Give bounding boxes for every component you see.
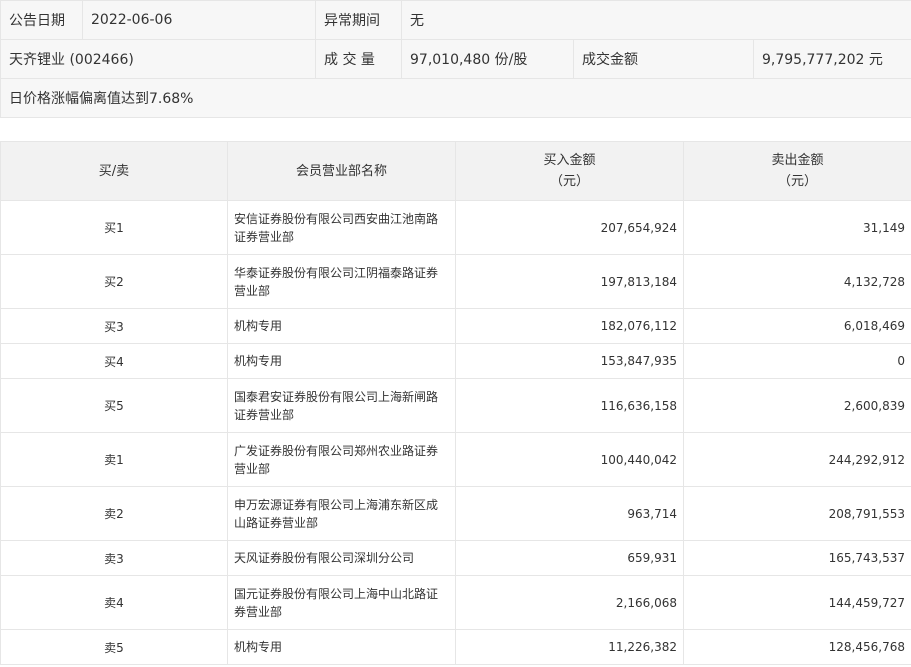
row-branch: 机构专用 [227,629,456,665]
row-branch: 天风证券股份有限公司深圳分公司 [227,540,456,576]
table-row: 买1 安信证券股份有限公司西安曲江池南路证券营业部 207,654,924 31… [0,200,911,255]
row-buy-amount: 197,813,184 [455,254,684,309]
row-side: 买2 [0,254,228,309]
row-sell-amount: 0 [683,343,911,379]
header-sell-amount: 卖出金额 （元） [683,141,911,201]
table-row: 卖3 天风证券股份有限公司深圳分公司 659,931 165,743,537 [0,540,911,576]
row-branch: 广发证券股份有限公司郑州农业路证券营业部 [227,432,456,487]
info-row-date: 公告日期 2022-06-06 异常期间 无 [0,0,911,40]
row-side: 买3 [0,308,228,344]
row-buy-amount: 116,636,158 [455,378,684,433]
listing-reason: 日价格涨幅偏离值达到7.68% [0,78,911,118]
row-branch: 机构专用 [227,343,456,379]
date-value: 2022-06-06 [82,0,316,40]
header-side-label: 买/卖 [98,163,130,179]
row-buy-amount: 100,440,042 [455,432,684,487]
row-side: 买5 [0,378,228,433]
row-sell-amount: 208,791,553 [683,486,911,541]
header-side: 买/卖 [0,141,228,201]
period-value: 无 [400,0,911,40]
row-buy-amount: 11,226,382 [455,629,684,665]
row-branch: 机构专用 [227,308,456,344]
stock-info-table: 公告日期 2022-06-06 异常期间 无 天齐锂业 (002466) 成 交… [0,0,911,118]
table-header-row: 买/卖 会员营业部名称 买入金额 （元） 卖出金额 （元） [0,141,911,201]
row-side: 卖4 [0,575,228,630]
row-branch: 国元证券股份有限公司上海中山北路证券营业部 [227,575,456,630]
row-buy-amount: 153,847,935 [455,343,684,379]
amount-label: 成交金额 [573,39,754,79]
row-sell-amount: 31,149 [683,200,911,255]
header-sell-label: 卖出金额 [771,153,824,168]
info-row-reason: 日价格涨幅偏离值达到7.68% [0,78,911,118]
row-side: 卖1 [0,432,228,487]
row-sell-amount: 144,459,727 [683,575,911,630]
table-row: 买5 国泰君安证券股份有限公司上海新闸路证券营业部 116,636,158 2,… [0,378,911,433]
section-gap [0,119,911,141]
table-row: 卖2 申万宏源证券有限公司上海浦东新区成山路证券营业部 963,714 208,… [0,486,911,541]
row-sell-amount: 244,292,912 [683,432,911,487]
row-sell-amount: 6,018,469 [683,308,911,344]
row-buy-amount: 207,654,924 [455,200,684,255]
date-label: 公告日期 [0,0,83,40]
row-sell-amount: 165,743,537 [683,540,911,576]
row-buy-amount: 182,076,112 [455,308,684,344]
row-sell-amount: 4,132,728 [683,254,911,309]
trading-seats-table: 买/卖 会员营业部名称 买入金额 （元） 卖出金额 （元） 买1 安信证券股份有限公… [0,141,911,665]
row-branch: 华泰证券股份有限公司江阴福泰路证券营业部 [227,254,456,309]
row-side: 卖3 [0,540,228,576]
header-buy-amount: 买入金额 （元） [455,141,684,201]
row-side: 卖2 [0,486,228,541]
row-branch: 申万宏源证券有限公司上海浦东新区成山路证券营业部 [227,486,456,541]
row-buy-amount: 963,714 [455,486,684,541]
header-branch-label: 会员营业部名称 [295,163,387,179]
row-side: 卖5 [0,629,228,665]
period-label: 异常期间 [315,0,402,40]
header-buy-label: 买入金额 [543,153,596,168]
row-sell-amount: 128,456,768 [683,629,911,665]
table-row: 买2 华泰证券股份有限公司江阴福泰路证券营业部 197,813,184 4,13… [0,254,911,309]
row-buy-amount: 2,166,068 [455,575,684,630]
header-buy-unit: （元） [549,174,589,189]
volume-value: 97,010,480 份/股 [401,39,574,79]
volume-label: 成 交 量 [315,39,402,79]
header-branch: 会员营业部名称 [227,141,456,201]
amount-value: 9,795,777,202 元 [752,39,911,79]
table-row: 卖5 机构专用 11,226,382 128,456,768 [0,629,911,665]
header-sell-unit: （元） [777,174,817,189]
row-branch: 国泰君安证券股份有限公司上海新闸路证券营业部 [227,378,456,433]
row-branch: 安信证券股份有限公司西安曲江池南路证券营业部 [227,200,456,255]
row-side: 买4 [0,343,228,379]
row-side: 买1 [0,200,228,255]
table-row: 卖1 广发证券股份有限公司郑州农业路证券营业部 100,440,042 244,… [0,432,911,487]
table-row: 买3 机构专用 182,076,112 6,018,469 [0,308,911,344]
table-row: 买4 机构专用 153,847,935 0 [0,343,911,379]
info-row-stock: 天齐锂业 (002466) 成 交 量 97,010,480 份/股 成交金额 … [0,39,911,79]
table-row: 卖4 国元证券股份有限公司上海中山北路证券营业部 2,166,068 144,4… [0,575,911,630]
row-buy-amount: 659,931 [455,540,684,576]
stock-name: 天齐锂业 (002466) [0,39,316,79]
row-sell-amount: 2,600,839 [683,378,911,433]
